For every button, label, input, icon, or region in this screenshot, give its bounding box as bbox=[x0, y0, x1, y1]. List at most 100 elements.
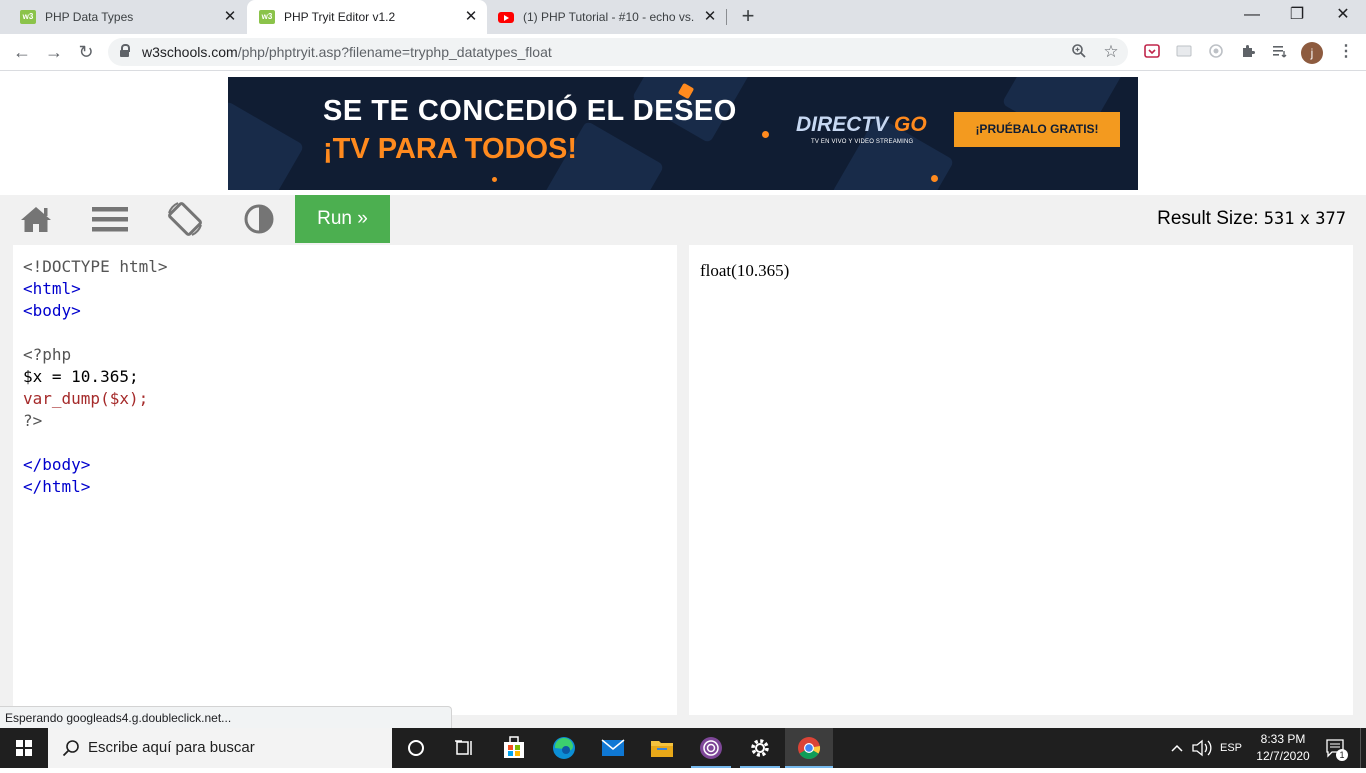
run-button[interactable]: Run » bbox=[295, 195, 390, 243]
ad-headline: SE TE CONCEDIÓ EL DESEO bbox=[323, 95, 737, 127]
volume-icon bbox=[1192, 739, 1212, 757]
home-button[interactable] bbox=[12, 199, 60, 239]
w3schools-icon: w3 bbox=[259, 10, 275, 24]
decorative-hexagon bbox=[228, 100, 305, 190]
directv-go-logo: DIRECTV GO bbox=[796, 113, 927, 136]
address-bar[interactable]: w3schools.com/php/phptryit.asp?filename=… bbox=[108, 38, 1128, 66]
cortana-icon bbox=[408, 740, 424, 756]
menu-kebab-icon[interactable]: ⋮ bbox=[1337, 43, 1355, 61]
editor-workspace: <!DOCTYPE html> <html> <body> <?php $x =… bbox=[0, 243, 1366, 728]
mail-button[interactable] bbox=[589, 728, 637, 768]
result-width: 531 bbox=[1263, 209, 1295, 229]
tab-php-tryit-editor[interactable]: w3 PHP Tryit Editor v1.2 ✕ bbox=[247, 0, 487, 34]
notification-icon bbox=[1326, 739, 1348, 761]
rotate-icon bbox=[168, 202, 202, 236]
code-line: <html> bbox=[23, 279, 81, 298]
clock-time: 8:33 PM bbox=[1260, 732, 1306, 746]
profile-avatar[interactable]: j bbox=[1301, 42, 1323, 64]
decorative-dot bbox=[931, 175, 938, 182]
chrome-button[interactable] bbox=[785, 728, 833, 768]
window-close-button[interactable]: ✕ bbox=[1323, 4, 1363, 26]
contrast-icon bbox=[244, 204, 274, 234]
volume-button[interactable] bbox=[1190, 728, 1214, 768]
code-line: $x = 10.365; bbox=[23, 367, 139, 386]
edge-button[interactable] bbox=[540, 728, 588, 768]
reload-button[interactable]: ↻ bbox=[75, 41, 97, 63]
decorative-dot bbox=[762, 131, 769, 138]
home-icon bbox=[21, 207, 51, 232]
code-text[interactable]: <!DOCTYPE html> <html> <body> <?php $x =… bbox=[23, 256, 168, 498]
tab-php-tutorial-youtube[interactable]: (1) PHP Tutorial - #10 - echo vs. p ✕ bbox=[488, 0, 726, 34]
extension-icon[interactable] bbox=[1207, 43, 1225, 61]
task-view-icon bbox=[455, 740, 472, 755]
ad-cta-button[interactable]: ¡PRUÉBALO GRATIS! bbox=[954, 112, 1120, 147]
cortana-button[interactable] bbox=[392, 728, 440, 768]
edge-icon bbox=[553, 737, 575, 759]
youtube-icon bbox=[498, 11, 514, 23]
reading-list-icon[interactable] bbox=[1271, 43, 1289, 61]
tab-separator bbox=[726, 9, 727, 25]
taskbar-search-box[interactable]: Escribe aquí para buscar bbox=[48, 728, 392, 768]
tor-browser-icon bbox=[700, 737, 722, 759]
search-placeholder: Escribe aquí para buscar bbox=[88, 739, 255, 756]
browser-toolbar: ← → ↻ w3schools.com/php/phptryit.asp?fil… bbox=[0, 34, 1366, 71]
code-line: ?> bbox=[23, 411, 43, 430]
show-desktop-button[interactable] bbox=[1360, 728, 1366, 768]
dark-mode-button[interactable] bbox=[235, 199, 283, 239]
search-icon bbox=[62, 740, 79, 757]
action-center-button[interactable]: 1 bbox=[1322, 728, 1352, 768]
tab-php-data-types[interactable]: w3 PHP Data Types ✕ bbox=[8, 0, 246, 34]
menu-button[interactable] bbox=[86, 199, 134, 239]
microsoft-store-button[interactable] bbox=[490, 728, 538, 768]
chrome-icon bbox=[798, 737, 821, 759]
tor-browser-button[interactable] bbox=[687, 728, 735, 768]
result-frame[interactable]: float(10.365) bbox=[689, 245, 1353, 715]
code-line: var_dump($x); bbox=[23, 389, 149, 408]
minimize-button[interactable]: — bbox=[1232, 4, 1272, 26]
close-icon[interactable]: ✕ bbox=[702, 9, 718, 25]
browser-tab-strip: w3 PHP Data Types ✕ w3 PHP Tryit Editor … bbox=[0, 0, 1366, 34]
ad-banner[interactable]: SE TE CONCEDIÓ EL DESEO ¡TV PARA TODOS! … bbox=[228, 77, 1138, 190]
editor-toolbar: Run » Result Size: 531 x 377 bbox=[0, 195, 1366, 243]
new-tab-button[interactable]: + bbox=[737, 5, 759, 27]
windows-logo-icon bbox=[16, 740, 32, 756]
restore-button[interactable]: ❐ bbox=[1277, 4, 1317, 26]
extension-icon[interactable] bbox=[1175, 43, 1193, 61]
result-height: 377 bbox=[1315, 209, 1346, 229]
start-button[interactable] bbox=[0, 728, 48, 768]
pocket-extension-icon[interactable] bbox=[1143, 43, 1161, 61]
show-hidden-icons-button[interactable] bbox=[1168, 728, 1186, 768]
store-icon bbox=[504, 736, 524, 758]
tab-title: PHP Tryit Editor v1.2 bbox=[284, 10, 396, 24]
zoom-icon[interactable] bbox=[1070, 43, 1088, 61]
extensions-puzzle-icon[interactable] bbox=[1239, 43, 1257, 61]
ad-subheadline: ¡TV PARA TODOS! bbox=[323, 133, 578, 165]
back-button[interactable]: ← bbox=[11, 41, 33, 63]
clock-date: 12/7/2020 bbox=[1256, 749, 1310, 763]
bookmark-star-icon[interactable]: ☆ bbox=[1102, 43, 1120, 61]
gear-icon bbox=[751, 739, 769, 757]
code-editor[interactable]: <!DOCTYPE html> <html> <body> <?php $x =… bbox=[13, 245, 677, 715]
code-line: <?php bbox=[23, 345, 72, 364]
chevron-up-icon bbox=[1171, 744, 1183, 752]
hamburger-icon bbox=[92, 207, 128, 232]
clock[interactable]: 8:33 PM 12/7/2020 bbox=[1252, 731, 1314, 765]
result-size-label: Result Size: bbox=[1157, 208, 1259, 229]
result-size-separator: x bbox=[1299, 209, 1310, 229]
tab-title: PHP Data Types bbox=[45, 10, 134, 24]
lock-icon[interactable] bbox=[120, 44, 130, 57]
code-line: <!DOCTYPE html> bbox=[23, 257, 168, 276]
settings-button[interactable] bbox=[736, 728, 784, 768]
close-icon[interactable]: ✕ bbox=[222, 9, 238, 25]
file-explorer-button[interactable] bbox=[638, 728, 686, 768]
input-language-button[interactable]: ESP bbox=[1220, 728, 1244, 768]
notification-count: 1 bbox=[1339, 750, 1345, 760]
mail-icon bbox=[601, 739, 625, 756]
close-icon[interactable]: ✕ bbox=[463, 9, 479, 25]
task-view-button[interactable] bbox=[440, 728, 488, 768]
code-line: </html> bbox=[23, 477, 91, 496]
forward-button[interactable]: → bbox=[43, 41, 65, 63]
rotate-layout-button[interactable] bbox=[161, 199, 209, 239]
tab-title: (1) PHP Tutorial - #10 - echo vs. p bbox=[523, 10, 698, 24]
folder-icon bbox=[651, 741, 673, 757]
